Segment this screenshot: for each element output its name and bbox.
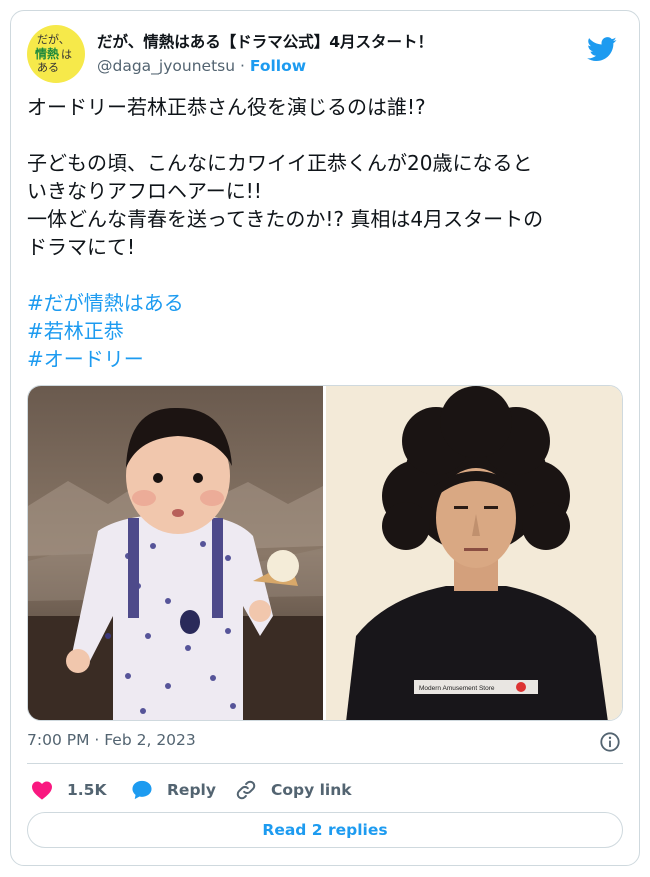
avatar-text-line2-suffix: は (61, 48, 73, 61)
read-replies-button[interactable]: Read 2 replies (27, 812, 623, 848)
hashtag-link[interactable]: #だが情熱はある (27, 289, 627, 317)
reply-label: Reply (167, 781, 216, 799)
timestamp[interactable]: 7:00 PM · Feb 2, 2023 (27, 731, 196, 749)
reply-button[interactable]: Reply (131, 777, 216, 803)
avatar-text-line3: ある (37, 61, 59, 74)
action-bar: 1.5K Reply Copy link (27, 777, 623, 803)
tweet-paragraph-2: 子どもの頃、こんなにカワイイ正恭くんが20歳になると いきなりアフロヘアーに!!… (27, 151, 544, 259)
twitter-bird-icon[interactable] (587, 37, 617, 62)
link-icon (236, 780, 256, 800)
display-name[interactable]: だが、情熱はある【ドラマ公式】4月スタート！ (97, 30, 433, 52)
avatar-text-line1: だが、 (37, 33, 70, 46)
follow-button[interactable]: Follow (250, 57, 306, 75)
reply-bubble-icon (132, 780, 152, 800)
tweet-header: だが、 情熱は ある だが、情熱はある【ドラマ公式】4月スタート！ @daga_… (27, 25, 623, 83)
tweet-line-1: オードリー若林正恭さん役を演じるのは誰!? (27, 95, 426, 119)
avatar-text-line2: 情熱は (35, 48, 72, 61)
handle[interactable]: @daga_jyounetsu (97, 57, 235, 75)
copy-link-button[interactable]: Copy link (235, 777, 352, 803)
hashtag-link[interactable]: #若林正恭 (27, 317, 627, 345)
shirt-print-text: Modern Amusement Store (419, 685, 495, 692)
young-man-afro-photo[interactable]: Modern Amusement Store (326, 386, 623, 721)
copy-link-label: Copy link (271, 781, 352, 799)
handle-row: @daga_jyounetsu · Follow (97, 57, 306, 75)
tweet-card: だが、 情熱は ある だが、情熱はある【ドラマ公式】4月スタート！ @daga_… (10, 10, 640, 866)
info-icon[interactable] (599, 731, 621, 753)
divider (27, 763, 623, 764)
handle-separator: · (239, 57, 245, 75)
hashtag-link[interactable]: #オードリー (27, 345, 627, 373)
avatar[interactable]: だが、 情熱は ある (27, 25, 85, 83)
heart-icon (32, 781, 52, 800)
avatar-text-line2-main: 情熱 (35, 47, 60, 61)
tweet-text: オードリー若林正恭さん役を演じるのは誰!? 子どもの頃、こんなにカワイイ正恭くん… (27, 93, 627, 373)
like-count: 1.5K (67, 781, 107, 799)
like-button[interactable]: 1.5K (31, 777, 106, 803)
tweet-media: Modern Amusement Store (27, 385, 623, 721)
toddler-photo[interactable] (28, 386, 323, 721)
